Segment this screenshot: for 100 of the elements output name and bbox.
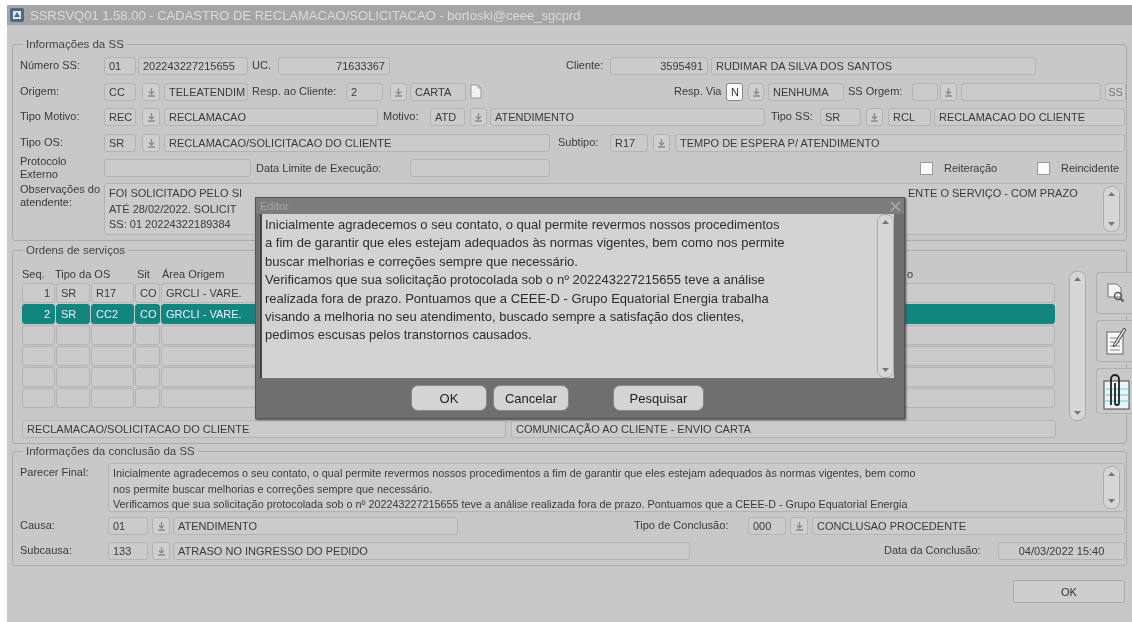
text-field[interactable]: RCL <box>888 107 931 126</box>
table-cell <box>22 346 55 366</box>
checkbox-label: Reincidente <box>1061 162 1120 174</box>
table-cell: SR <box>56 283 90 303</box>
table-cell: CO <box>135 304 160 324</box>
text-field[interactable]: ATENDIMENTO <box>173 516 458 535</box>
text-field[interactable]: CC <box>104 82 136 101</box>
text-field[interactable]: ATD <box>430 107 465 126</box>
ok-button[interactable]: OK <box>1013 580 1125 603</box>
text-area[interactable]: Inicialmente agradecemos o seu contato, o qual permite revermos nossos procedimentos a fim de garantir que eles estejam adequados às normas vigentes, bem como nos permite buscar melhorias e correções sempre que necessário. Verificamos que sua solicitação protocolada sob o nº 202243227215655 teve a análise realizada fora de prazo. Pontuamos que a CEEE-D - Grupo Equatorial Energia trabalha visando a melhoria no seu atendimento, buscado sempre a satisfação dos clientes, pedimos escusas pelos transtornos causados. <box>260 214 877 378</box>
table-cell: SR <box>56 304 90 324</box>
scrollbar[interactable] <box>1069 271 1086 421</box>
column-header: Seq. <box>22 268 46 282</box>
scrollbar[interactable] <box>1103 186 1120 232</box>
preview-button[interactable] <box>1096 272 1132 314</box>
text-field[interactable]: N <box>726 82 743 101</box>
list-button[interactable] <box>142 107 160 126</box>
text-field[interactable]: RECLAMACAO/SOLICITACAO DO CLIENTE <box>22 420 506 438</box>
down-arrow-icon <box>146 111 156 122</box>
column-header: Tipo da OS <box>55 268 112 282</box>
table-cell <box>22 367 55 387</box>
text-field[interactable]: ATRASO NO INGRESSO DO PEDIDO <box>173 541 690 560</box>
text-field[interactable]: 133 <box>108 541 148 560</box>
text-field[interactable]: 01 <box>108 516 148 535</box>
column-header: Sit <box>137 268 151 282</box>
table-cell: CC2 <box>91 304 134 324</box>
document-search-icon <box>1107 283 1125 303</box>
column-header: Área Origem <box>162 268 226 282</box>
list-button[interactable] <box>390 82 407 101</box>
text-field[interactable]: ATENDIMENTO <box>490 107 765 126</box>
list-button[interactable] <box>152 541 170 560</box>
text-field[interactable]: 01 <box>104 56 136 75</box>
down-arrow-icon <box>146 86 156 97</box>
list-button[interactable] <box>940 82 957 101</box>
checkbox-label: Reiteração <box>944 162 998 174</box>
field-label: Resp. ao Cliente: <box>252 85 338 98</box>
list-button[interactable] <box>152 516 170 535</box>
text-field[interactable] <box>961 82 1101 101</box>
field-label: Observações do atendente: <box>20 183 102 209</box>
text-field[interactable]: REC <box>104 107 136 126</box>
text-field[interactable]: R17 <box>610 133 648 152</box>
checkbox[interactable] <box>1037 161 1050 175</box>
text-area[interactable] <box>108 463 1125 512</box>
field-label: Subcausa: <box>20 544 73 557</box>
close-icon[interactable] <box>890 200 901 212</box>
text-field[interactable] <box>410 159 550 177</box>
list-button[interactable] <box>142 82 160 101</box>
text-field[interactable]: CARTA <box>410 82 466 101</box>
group-title: Ordens de serviços <box>25 244 127 257</box>
group-title: Informações da SS <box>25 38 125 51</box>
scrollbar[interactable] <box>1103 466 1120 509</box>
list-button[interactable] <box>866 107 883 126</box>
dialog-button[interactable]: Cancelar <box>493 385 569 411</box>
checkbox[interactable] <box>920 161 933 175</box>
edit-notes-button[interactable] <box>1096 320 1132 362</box>
field-label: Número SS: <box>20 59 81 72</box>
text-field[interactable]: 2 <box>346 82 383 101</box>
text-field[interactable]: TEMPO DE ESPERA P/ ATENDIMENTO <box>675 133 1125 152</box>
attachment-button[interactable] <box>1096 368 1132 414</box>
text-field[interactable]: TELEATENDIM <box>164 82 248 101</box>
field-label: Origem: <box>20 85 61 98</box>
text-field[interactable]: SR <box>820 107 861 126</box>
table-cell: CO <box>135 283 160 303</box>
text-field[interactable]: CONCLUSAO PROCEDENTE <box>812 516 1125 535</box>
text-fragment: FOI SOLICITADO PELO SI ATÉ 28/02/2022. SOLICIT SS: 01 20224322189384 <box>109 186 244 232</box>
table-cell <box>56 325 90 345</box>
text-field[interactable]: COMUNICAÇÃO AO CLIENTE - ENVIO CARTA <box>511 420 1056 438</box>
app-icon <box>9 7 25 23</box>
down-arrow-icon <box>657 137 666 148</box>
text-field[interactable]: SR <box>104 133 136 152</box>
list-button[interactable] <box>470 107 487 126</box>
list-button[interactable] <box>653 133 670 152</box>
down-arrow-icon <box>794 520 804 531</box>
table-cell <box>91 346 134 366</box>
text-field[interactable]: RECLAMACAO/SOLICITACAO DO CLIENTE <box>164 133 550 152</box>
text-field[interactable]: NENHUMA <box>768 82 844 101</box>
text-field[interactable]: 000 <box>748 516 786 535</box>
text-field[interactable]: 202243227215655 <box>138 56 248 75</box>
text-field[interactable] <box>104 159 251 177</box>
text-field[interactable]: 3595491 <box>610 56 708 75</box>
list-button[interactable] <box>748 82 764 101</box>
dialog-button[interactable]: Pesquisar <box>613 385 704 411</box>
text-field[interactable]: RECLAMACAO <box>164 107 378 126</box>
field-label: Parecer Final: <box>20 466 90 479</box>
text-field[interactable]: RECLAMACAO DO CLIENTE <box>934 107 1125 126</box>
table-cell <box>56 346 90 366</box>
document-icon[interactable] <box>470 84 482 99</box>
down-arrow-icon <box>474 111 483 122</box>
down-arrow-icon <box>870 111 879 122</box>
field-label: Tipo Motivo: <box>20 110 81 123</box>
list-button[interactable] <box>142 133 160 152</box>
dialog-button[interactable]: OK <box>411 385 487 411</box>
text-field[interactable]: RUDIMAR DA SILVA DOS SANTOS <box>711 56 1036 75</box>
text-field[interactable] <box>912 82 938 101</box>
list-button[interactable] <box>790 516 808 535</box>
text-field[interactable]: 71633367 <box>278 56 390 75</box>
table-cell: 2 <box>22 304 55 324</box>
text-field[interactable]: 04/03/2022 15:40 <box>998 541 1125 560</box>
notepad-pencil-icon <box>1105 326 1127 356</box>
scrollbar[interactable] <box>877 214 894 378</box>
